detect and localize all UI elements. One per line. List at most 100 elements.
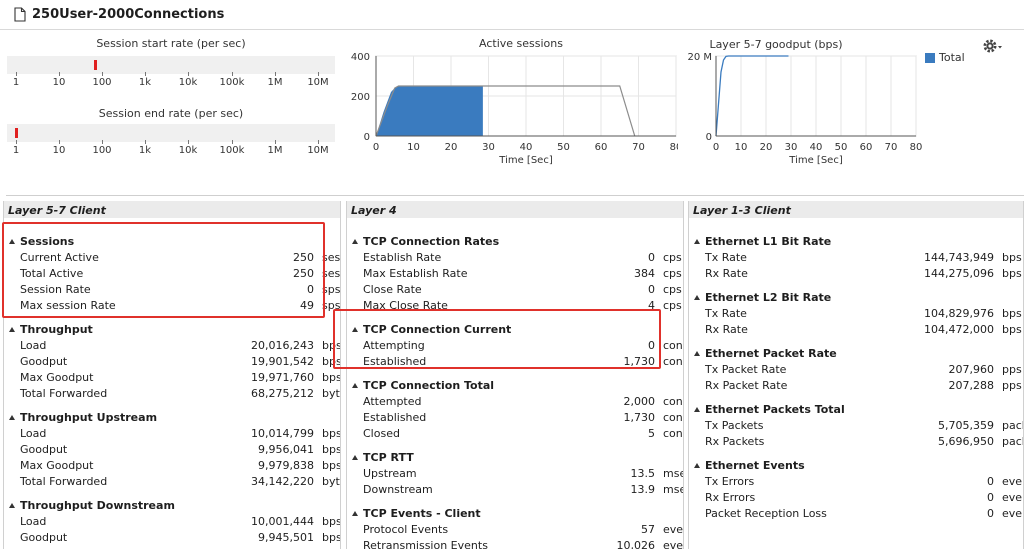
panel-layer-4: Layer 4 TCP Connection Rates Establish Rat… [346,201,684,549]
metric-row: Max Close Rate 4 cps [347,298,683,314]
metric-label: Tx Packets [705,419,764,432]
metric-unit: con [663,427,683,440]
metric-row: Max Goodput 9,979,838 bps [4,458,340,474]
collapse-triangle-icon[interactable] [694,463,700,468]
metric-value: 57 [641,523,655,536]
metric-row: Goodput 19,901,542 bps [4,354,340,370]
collapse-triangle-icon[interactable] [694,295,700,300]
gear-icon[interactable] [982,38,1004,54]
metric-row: Upstream 13.5 msec [347,466,683,482]
x-tick-label: 40 [810,142,823,153]
metric-value: 34,142,220 [251,475,314,488]
group-header[interactable]: Ethernet L1 Bit Rate [689,235,1023,250]
group-header[interactable]: TCP Connection Total [347,379,683,394]
metric-value: 250 [293,267,314,280]
end-rate-tick-label: 10 [52,145,66,156]
metric-value: 1,730 [623,355,656,368]
metric-row: Retransmission Events 10,026 event [347,538,683,549]
group-header[interactable]: TCP Connection Current [347,323,683,338]
end-rate-tickmark [318,140,319,144]
metric-unit: bps [322,427,341,440]
collapse-triangle-icon[interactable] [352,239,358,244]
metric-value: 0 [987,475,994,488]
goodput-chart: 0 10 20 30 40 50 60 70 80 0 20 M Time [Sec] [687,52,922,166]
collapse-triangle-icon[interactable] [694,351,700,356]
group-header[interactable]: Ethernet Packets Total [689,403,1023,418]
start-rate-tickmark [232,72,233,76]
panel-layer-1-3-client: Layer 1-3 Client Ethernet L1 Bit Rate Tx R… [688,201,1024,549]
metric-row: Packet Reception Loss 0 event [689,506,1023,522]
group-header[interactable]: Throughput [4,323,340,338]
metric-label: Total Forwarded [20,387,108,400]
metric-value: 13.5 [630,467,656,480]
metric-unit: pps [1002,379,1022,392]
metric-group: Ethernet Events Tx Errors 0 event Rx Errors 0… [689,459,1023,522]
metric-unit: msec [663,483,683,496]
collapse-triangle-icon[interactable] [352,511,358,516]
metric-unit: cps [663,251,682,264]
legend-swatch-total [925,53,935,63]
start-rate-tick-label: 100 [92,77,112,88]
panel-layer-5-7-client: Layer 5-7 Client Sessions Current Active 25… [3,201,341,549]
metric-row: Current Active 250 sess [4,250,340,266]
x-axis-label: Time [Sec] [788,155,843,166]
metric-row: Total Active 250 sess [4,266,340,282]
metric-unit: sess [322,251,341,264]
group-title: Ethernet L2 Bit Rate [705,291,832,304]
x-tick-label: 10 [407,142,420,153]
group-title: Ethernet Events [705,459,805,472]
metric-value: 9,945,501 [258,531,314,544]
metric-unit: cps [663,267,682,280]
start-rate-tick-label: 1M [267,77,283,88]
group-header[interactable]: Throughput Downstream [4,499,340,514]
group-header[interactable]: Ethernet Packet Rate [689,347,1023,362]
document-icon [14,7,26,22]
metric-unit: con [663,411,683,424]
collapse-triangle-icon[interactable] [9,503,15,508]
metric-group: TCP Events - Client Protocol Events 57 even… [347,507,683,549]
end-rate-tick-label: 10M [307,145,329,156]
x-tick-label: 30 [482,142,495,153]
collapse-triangle-icon[interactable] [352,327,358,332]
metric-label: Tx Rate [705,251,747,264]
collapse-triangle-icon[interactable] [9,415,15,420]
collapse-triangle-icon[interactable] [694,407,700,412]
metric-value: 250 [293,251,314,264]
group-header[interactable]: Ethernet Events [689,459,1023,474]
start-rate-tick-label: 10M [307,77,329,88]
metric-unit: msec [663,467,683,480]
metric-row: Rx Rate 104,472,000 bps [689,322,1023,338]
group-header[interactable]: TCP Connection Rates [347,235,683,250]
group-header[interactable]: Throughput Upstream [4,411,340,426]
group-header[interactable]: Sessions [4,235,340,250]
x-tick-label: 60 [860,142,873,153]
metric-value: 5 [648,427,655,440]
collapse-triangle-icon[interactable] [9,239,15,244]
metric-row: Closed 5 con [347,426,683,442]
metric-unit: pps [1002,363,1022,376]
metric-unit: bps [1002,323,1022,336]
metric-row: Tx Rate 144,743,949 bps [689,250,1023,266]
x-tick-label: 20 [760,142,773,153]
end-rate-tickmark [275,140,276,144]
metric-row: Max Goodput 9,993,314 bps [4,546,340,549]
metric-label: Tx Errors [705,475,755,488]
group-header[interactable]: Ethernet L2 Bit Rate [689,291,1023,306]
group-header[interactable]: TCP Events - Client [347,507,683,522]
metric-unit: event [1002,475,1023,488]
metric-row: Tx Packet Rate 207,960 pps [689,362,1023,378]
metric-label: Rx Errors [705,491,756,504]
group-header[interactable]: TCP RTT [347,451,683,466]
metric-unit: event [1002,491,1023,504]
collapse-triangle-icon[interactable] [352,383,358,388]
start-rate-tickmark [188,72,189,76]
start-rate-tickmark [59,72,60,76]
end-rate-tick-label: 1M [267,145,283,156]
y-tick-label: 0 [364,132,370,143]
metric-row: Attempted 2,000 con [347,394,683,410]
metric-value: 9,993,314 [194,547,314,549]
collapse-triangle-icon[interactable] [352,455,358,460]
collapse-triangle-icon[interactable] [9,327,15,332]
metric-unit: bps [322,371,341,384]
collapse-triangle-icon[interactable] [694,239,700,244]
